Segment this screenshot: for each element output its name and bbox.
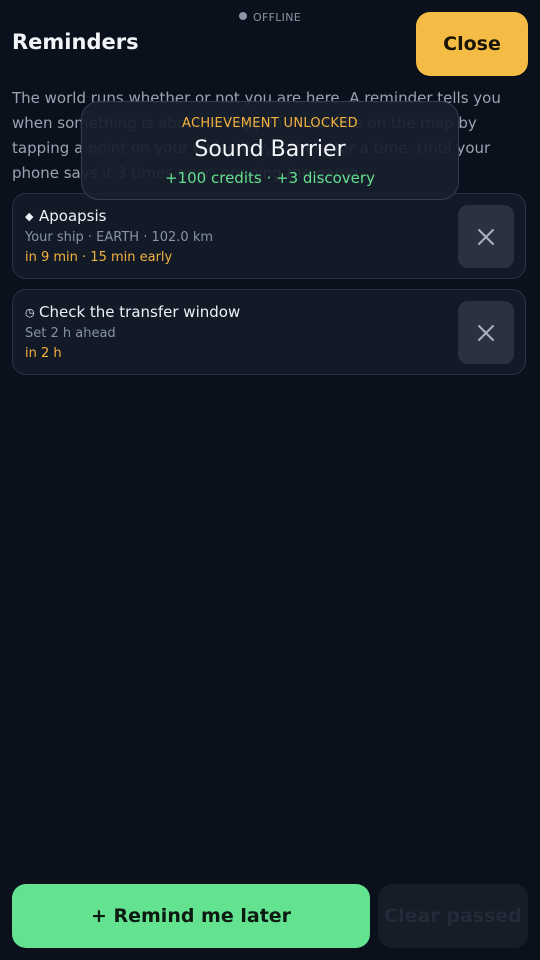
status-label: OFFLINE <box>253 11 301 24</box>
clock-icon: ◷ <box>25 306 35 319</box>
reminder-title: ◆ Apoapsis <box>25 207 106 225</box>
close-icon <box>478 228 494 245</box>
toast-title: Sound Barrier <box>194 137 346 162</box>
dismiss-reminder-button[interactable] <box>458 301 514 364</box>
reminder-title: ◷ Check the transfer window <box>25 303 240 321</box>
reminder-subtitle: Set 2 h ahead <box>25 326 116 341</box>
toast-reward: +100 credits · +3 discovery <box>165 169 375 187</box>
reminder-title-text: Check the transfer window <box>39 303 241 321</box>
reminder-card[interactable]: ◆ Apoapsis Your ship · EARTH · 102.0 km i… <box>12 193 526 279</box>
close-button[interactable]: Close <box>416 12 528 76</box>
reminder-title-text: Apoapsis <box>39 207 107 225</box>
diamond-icon: ◆ <box>25 210 34 223</box>
page-title: Reminders <box>12 30 139 54</box>
remind-me-later-button[interactable]: + Remind me later <box>12 884 370 948</box>
reminder-time: in 9 min · 15 min early <box>25 250 173 265</box>
dismiss-reminder-button[interactable] <box>458 205 514 268</box>
toast-kicker: ACHIEVEMENT UNLOCKED <box>182 116 358 131</box>
reminder-time: in 2 h <box>25 346 62 361</box>
clear-passed-button[interactable]: Clear passed <box>378 884 528 948</box>
reminder-card[interactable]: ◷ Check the transfer window Set 2 h ahead… <box>12 289 526 375</box>
achievement-toast: ACHIEVEMENT UNLOCKED Sound Barrier +100 … <box>81 101 459 200</box>
close-icon <box>478 324 494 341</box>
status-dot-icon <box>239 12 248 20</box>
reminder-subtitle: Your ship · EARTH · 102.0 km <box>25 230 214 245</box>
